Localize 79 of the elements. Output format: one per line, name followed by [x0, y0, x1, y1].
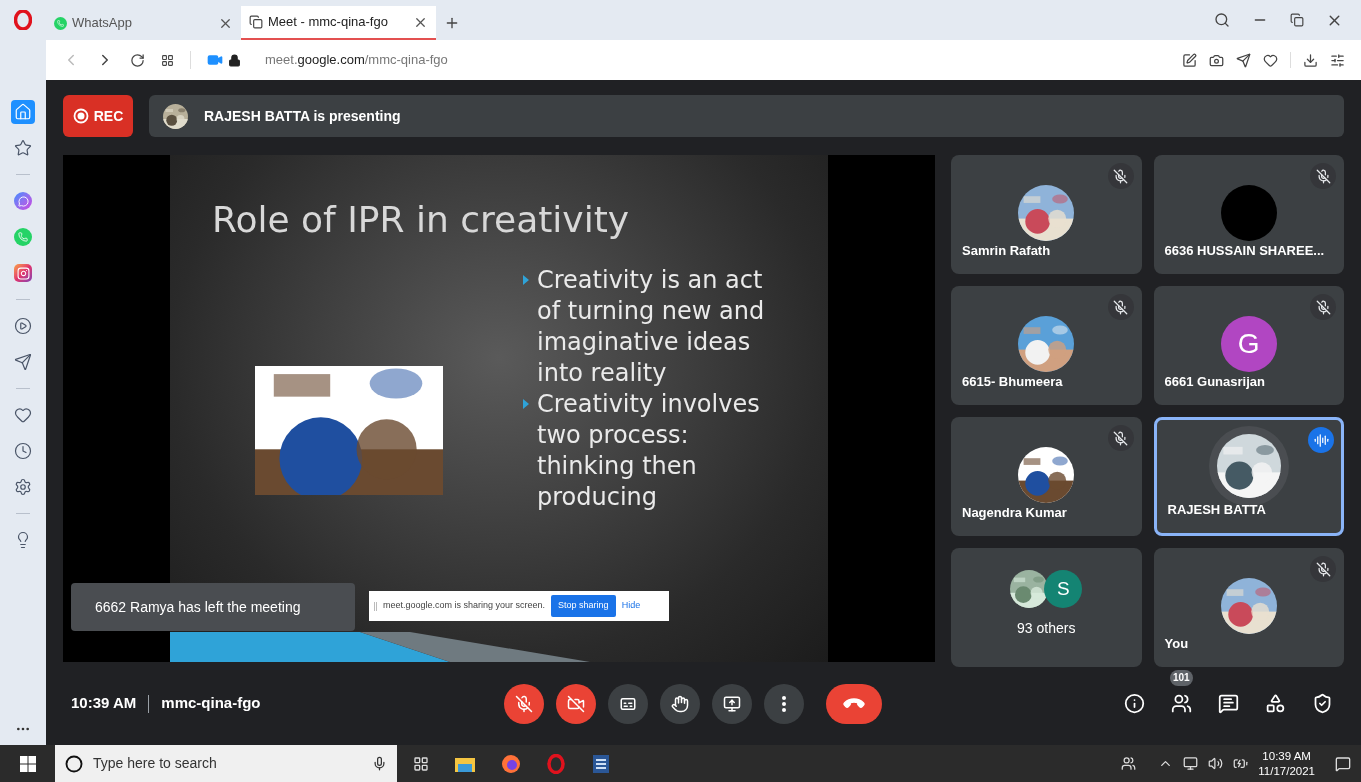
notifications-icon[interactable]	[1335, 755, 1351, 772]
search-input[interactable]: Type here to search	[93, 753, 362, 774]
camera-button[interactable]	[556, 683, 597, 724]
participant-name: 6661 Gunasrijan	[1164, 372, 1265, 391]
tab-title: WhatsApp	[72, 14, 133, 33]
browser-logo[interactable]	[547, 753, 565, 774]
end-call-button[interactable]	[826, 683, 883, 724]
participant-name: 6615- Bhumeera	[962, 372, 1063, 391]
browser-tab[interactable]: Meet - mmc-qina-fgo	[241, 6, 436, 40]
meeting-time: 10:39 AM	[71, 693, 137, 714]
document-app-icon[interactable]	[591, 753, 611, 774]
microphone-icon[interactable]	[372, 756, 387, 771]
people-icon	[1170, 693, 1192, 714]
activities-icon	[1264, 693, 1286, 714]
home-icon[interactable]	[11, 100, 35, 124]
clock-time: 10:39 AM	[1262, 748, 1311, 764]
hand-icon	[671, 694, 690, 713]
url-text[interactable]: meet.google.com/mmc-qina-fgo	[265, 50, 448, 70]
restore-icon[interactable]	[1290, 13, 1304, 27]
participant-name: Samrin Rafath	[962, 241, 1051, 260]
tabs-grid-icon[interactable]	[161, 53, 174, 67]
lock-icon	[228, 53, 241, 67]
search-icon[interactable]	[1214, 12, 1230, 28]
taskbar-search-field[interactable]: Type here to search	[55, 745, 397, 782]
sharing-message: meet.google.com is sharing your screen.	[383, 599, 546, 613]
avatar-initial: G	[1220, 316, 1277, 372]
send-icon[interactable]	[1236, 52, 1251, 68]
network-icon[interactable]	[1183, 756, 1199, 771]
volume-icon[interactable]	[1208, 756, 1224, 771]
bullet-icon	[523, 399, 529, 409]
instagram-icon[interactable]	[11, 261, 35, 285]
task-view-icon[interactable]	[413, 755, 429, 772]
mic-button[interactable]	[504, 683, 545, 724]
info-icon	[1123, 693, 1145, 714]
browser-tab[interactable]: WhatsApp	[46, 6, 241, 40]
participant-name: You	[1164, 634, 1189, 653]
start-icon[interactable]	[19, 755, 36, 772]
more-icon	[782, 695, 787, 712]
participant-name: RAJESH BATTA	[1167, 500, 1266, 519]
recording-button[interactable]: REC	[63, 95, 133, 137]
presenter-text: RAJESH BATTA is presenting	[204, 106, 401, 126]
taskbar-clock[interactable]: 10:39 AM 11/17/2021	[1258, 748, 1315, 779]
count-badge: 101	[1170, 669, 1193, 686]
search-circle-icon	[65, 754, 83, 773]
battery-icon[interactable]	[1233, 756, 1249, 771]
folder-icon[interactable]	[455, 755, 475, 772]
browser-logo	[14, 10, 32, 30]
heart-icon[interactable]	[1263, 52, 1278, 68]
avatar-initial: S	[1044, 570, 1083, 608]
chat-icon	[1217, 693, 1239, 714]
camera-icon	[207, 52, 223, 68]
tab-title: Meet - mmc-qina-fgo	[268, 13, 389, 32]
slide-bullet: Creativity involves two process: thinking then producing	[537, 389, 761, 513]
participant-name: 93 others	[1017, 619, 1076, 638]
fox-browser-icon[interactable]	[501, 753, 521, 774]
settings-sliders-icon[interactable]	[1330, 52, 1345, 68]
reload-icon[interactable]	[130, 52, 145, 68]
clock-date: 11/17/2021	[1258, 763, 1315, 779]
people-icon[interactable]	[1121, 756, 1137, 771]
slide-title: Role of IPR in creativity	[212, 198, 630, 242]
speaking-icon	[1308, 427, 1334, 453]
bullet-icon	[523, 275, 529, 285]
hide-link[interactable]: Hide	[621, 599, 641, 613]
toast-text: 6662 Ramya has left the meeting	[95, 597, 301, 617]
present-screen-icon	[723, 694, 742, 713]
snapshot-edit-icon[interactable]	[1182, 52, 1197, 68]
participant-name: Nagendra Kumar	[962, 503, 1067, 522]
tab-window-icon	[249, 15, 263, 29]
record-icon	[72, 108, 89, 124]
camera-snapshot-icon[interactable]	[1209, 52, 1224, 68]
chat-app-icon	[54, 16, 67, 30]
stop-sharing-button[interactable]: Stop sharing	[551, 595, 616, 617]
slide-bullet: Creativity is an act of turning new and imaginative ideas into reality	[537, 265, 766, 389]
meeting-code: mmc-qina-fgo	[161, 693, 261, 714]
participant-name: 6636 HUSSAIN SHAREE...	[1164, 241, 1325, 260]
camera-off-icon	[567, 694, 586, 713]
download-icon[interactable]	[1303, 52, 1318, 68]
mic-off-icon	[515, 694, 534, 713]
new-tab-icon[interactable]	[444, 15, 460, 31]
